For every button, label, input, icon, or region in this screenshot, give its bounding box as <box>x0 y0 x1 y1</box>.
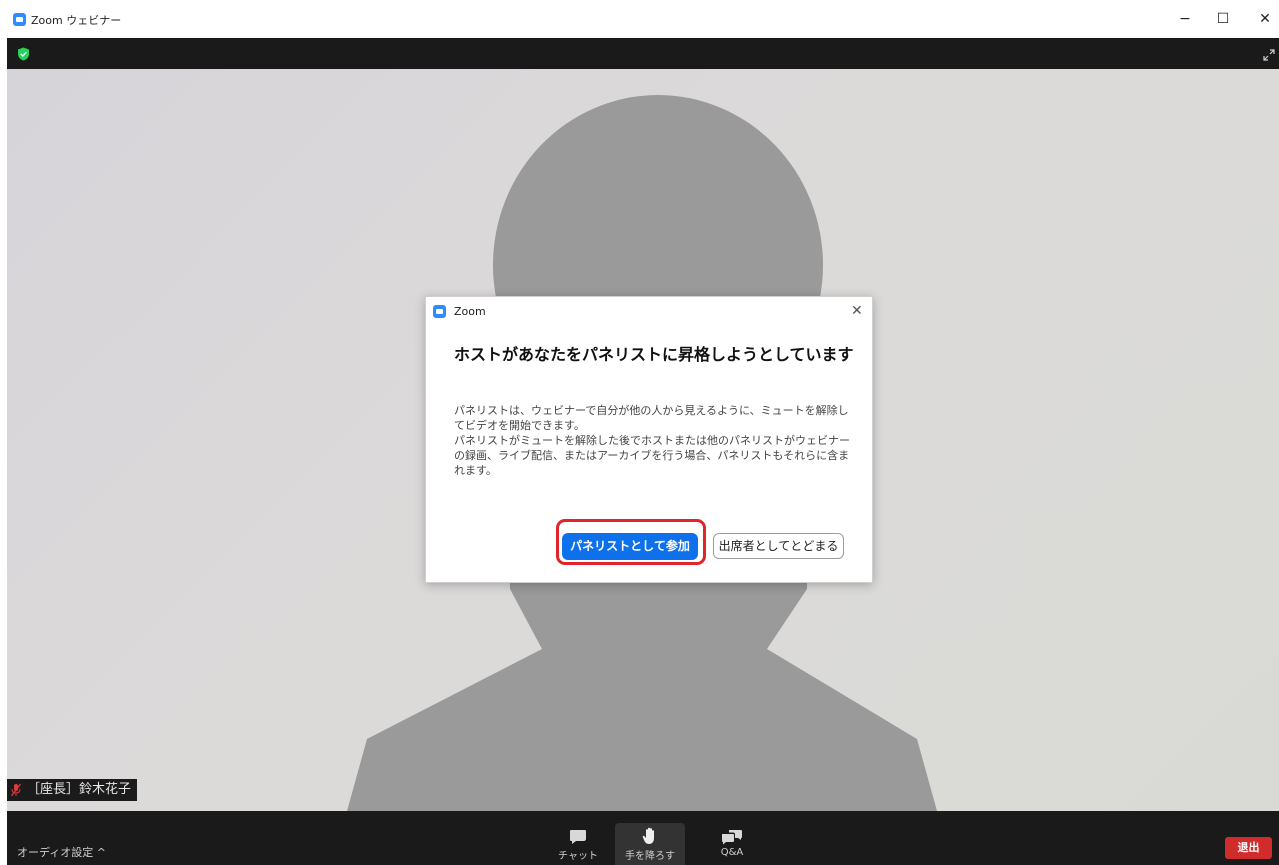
dialog-body: パネリストは、ウェビナーで自分が他の人から見えるように、ミュートを解除してビデオ… <box>454 403 856 478</box>
raised-hand-icon <box>642 827 654 844</box>
dialog-body-paragraph: パネリストは、ウェビナーで自分が他の人から見えるように、ミュートを解除してビデオ… <box>454 404 849 432</box>
dialog-body-paragraph: パネリストがミュートを解除した後でホストまたは他のパネリストがウェビナーの録画、… <box>454 434 850 477</box>
chat-button[interactable]: チャット <box>543 825 613 865</box>
leave-button[interactable]: 退出 <box>1225 837 1272 859</box>
chat-label: チャット <box>558 851 598 862</box>
maximize-button[interactable]: ☐ <box>1208 8 1238 30</box>
lower-hand-button[interactable]: 手を降ろす <box>615 823 685 865</box>
title-bar: Zoom ウェビナー − ☐ ✕ <box>0 0 1279 38</box>
participant-name: ［座長］鈴木花子 <box>27 782 132 797</box>
shield-check-icon[interactable] <box>17 47 30 61</box>
window-title: Zoom ウェビナー <box>31 14 122 27</box>
dialog-heading: ホストがあなたをパネリストに昇格しようとしています <box>454 345 854 364</box>
dialog-title: Zoom <box>454 305 486 318</box>
zoom-app-icon <box>433 305 446 318</box>
audio-settings-button[interactable]: オーディオ設定 ^ <box>17 844 106 860</box>
stay-as-attendee-button[interactable]: 出席者としてとどまる <box>713 533 844 559</box>
zoom-app-icon <box>13 13 26 26</box>
mic-muted-icon <box>11 783 21 797</box>
qa-bubbles-icon <box>722 830 742 845</box>
minimize-button[interactable]: − <box>1170 8 1200 30</box>
expand-icon[interactable] <box>1263 49 1275 61</box>
zoom-webinar-window: Zoom ウェビナー − ☐ ✕ ［座長］鈴木花子 オーディオ設定 ^ チャット… <box>0 0 1279 865</box>
qa-label: Q&A <box>720 847 744 858</box>
join-as-panelist-button[interactable]: パネリストとして参加 <box>562 533 698 560</box>
promote-to-panelist-dialog: Zoom ✕ ホストがあなたをパネリストに昇格しようとしています パネリストは、… <box>425 296 873 583</box>
close-icon[interactable]: ✕ <box>851 303 863 319</box>
lower-hand-label: 手を降ろす <box>625 851 675 862</box>
close-window-button[interactable]: ✕ <box>1250 8 1279 30</box>
qa-button[interactable]: Q&A <box>697 825 767 865</box>
participant-name-label: ［座長］鈴木花子 <box>7 779 138 801</box>
meeting-top-strip <box>7 38 1279 69</box>
chat-bubble-icon <box>570 830 586 844</box>
meeting-toolbar: オーディオ設定 ^ チャット 手を降ろす Q&A 退出 <box>7 811 1279 865</box>
